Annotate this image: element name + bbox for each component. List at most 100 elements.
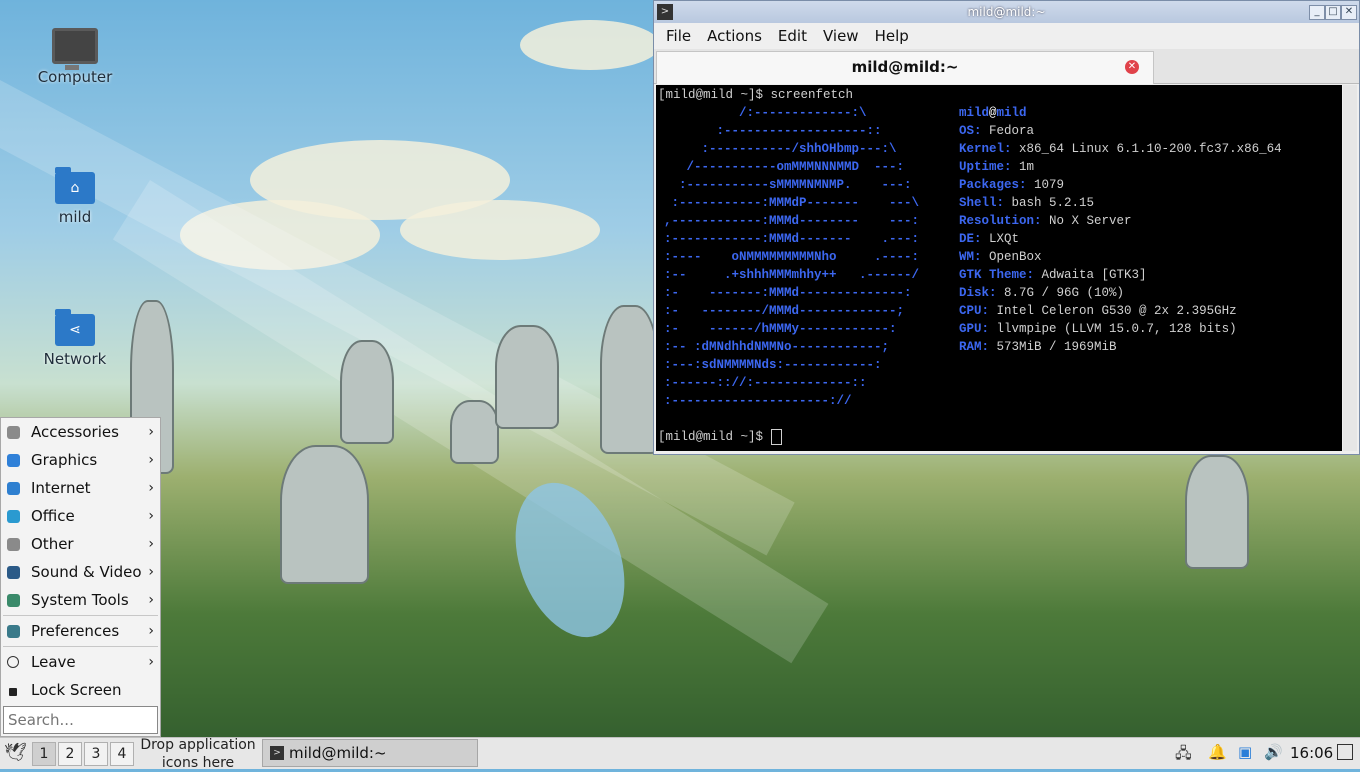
desktop-icon-home[interactable]: ⌂ mild xyxy=(25,167,125,226)
office-icon xyxy=(7,510,20,523)
close-button[interactable]: ✕ xyxy=(1341,5,1357,20)
logo-line: :-- :dMNdhhdNMMNo------------; xyxy=(664,340,890,354)
host-name: mild xyxy=(996,106,1027,120)
chevron-right-icon: › xyxy=(148,508,154,524)
sound-video-icon xyxy=(7,566,20,579)
search-input[interactable] xyxy=(3,706,158,734)
chevron-right-icon: › xyxy=(148,536,154,552)
clipboard-tray-icon[interactable]: ▣ xyxy=(1238,743,1252,761)
info-value: No X Server xyxy=(1049,214,1132,228)
user-host-line: mild@mild xyxy=(959,104,1027,122)
logo-line: :- ------/hMMMy------------: xyxy=(664,322,897,336)
info-row: RAM: 573MiB / 1969MiB xyxy=(959,338,1282,356)
application-menu: Accessories › Graphics › Internet › Office › Oth… xyxy=(0,417,161,737)
info-key: Kernel: xyxy=(959,142,1012,156)
info-value: bash 5.2.15 xyxy=(1011,196,1095,210)
menu-item-leave[interactable]: Leave › xyxy=(1,648,160,676)
workspace-3-button[interactable]: 3 xyxy=(84,742,108,766)
menu-view[interactable]: View xyxy=(815,27,867,45)
info-value: LXQt xyxy=(989,232,1020,246)
tab-terminal[interactable]: mild@mild:~ ✕ xyxy=(656,51,1154,84)
desktop-icon-network[interactable]: ⋖ Network xyxy=(25,309,125,368)
minimize-button[interactable]: _ xyxy=(1309,5,1325,20)
info-key: WM: xyxy=(959,250,982,264)
accessories-icon xyxy=(7,426,20,439)
info-row: Kernel: x86_64 Linux 6.1.10-200.fc37.x86… xyxy=(959,140,1282,158)
menu-item-preferences[interactable]: Preferences › xyxy=(1,617,160,645)
info-key: OS: xyxy=(959,124,982,138)
chevron-right-icon: › xyxy=(148,452,154,468)
workspace-4-button[interactable]: 4 xyxy=(110,742,134,766)
workspace-2-button[interactable]: 2 xyxy=(58,742,82,766)
network-tray-icon[interactable]: 🖧 xyxy=(1175,743,1192,768)
clock[interactable]: 16:06 xyxy=(1290,744,1333,762)
logo-line: :- -------:MMMd--------------: xyxy=(664,286,912,300)
terminal-window[interactable]: > mild@mild:~ _ □ ✕ File Actions Edit Vi… xyxy=(653,0,1360,455)
power-icon xyxy=(7,656,19,668)
terminal-output[interactable]: [mild@mild ~]$ screenfetch /:-----------… xyxy=(656,85,1342,451)
logo-line: :-----------sMMMMNMNMP. ---: xyxy=(664,178,912,192)
info-row: CPU: Intel Celeron G530 @ 2x 2.395GHz xyxy=(959,302,1282,320)
terminal-scrollbar[interactable] xyxy=(1343,85,1357,451)
notification-bell-icon[interactable]: 🔔 xyxy=(1208,743,1227,761)
menu-actions[interactable]: Actions xyxy=(699,27,770,45)
start-menu-button[interactable]: 🕊 xyxy=(4,742,27,764)
info-key: DE: xyxy=(959,232,982,246)
network-folder-icon: ⋖ xyxy=(55,309,95,346)
menu-item-other[interactable]: Other › xyxy=(1,530,160,558)
menu-item-label: Internet xyxy=(31,479,91,497)
info-row: GTK Theme: Adwaita [GTK3] xyxy=(959,266,1282,284)
logo-line: :-- .+shhhMMMmhhy++ .------/ xyxy=(664,268,920,282)
menu-separator xyxy=(3,646,158,647)
menu-item-system-tools[interactable]: System Tools › xyxy=(1,586,160,614)
menu-item-label: Graphics xyxy=(31,451,98,469)
menu-item-internet[interactable]: Internet › xyxy=(1,474,160,502)
fedora-ascii-logo: /:-------------:\ :-------------------::… xyxy=(664,104,919,410)
menu-file[interactable]: File xyxy=(658,27,699,45)
menu-item-label: System Tools xyxy=(31,591,129,609)
menu-item-lock-screen[interactable]: Lock Screen xyxy=(1,676,160,704)
terminal-icon: > xyxy=(270,746,284,760)
info-value: Fedora xyxy=(989,124,1035,138)
menu-item-office[interactable]: Office › xyxy=(1,502,160,530)
drop-text: icons here xyxy=(161,755,235,771)
info-key: Disk: xyxy=(959,286,997,300)
logo-line: :-------------------:: xyxy=(664,124,882,138)
info-key: CPU: xyxy=(959,304,990,318)
info-key: RAM: xyxy=(959,340,990,354)
show-desktop-button[interactable] xyxy=(1337,744,1353,760)
menu-item-sound-video[interactable]: Sound & Video › xyxy=(1,558,160,586)
tab-title: mild@mild:~ xyxy=(851,58,959,76)
info-value: Adwaita [GTK3] xyxy=(1041,268,1147,282)
window-titlebar[interactable]: > mild@mild:~ _ □ ✕ xyxy=(654,1,1359,23)
info-row: WM: OpenBox xyxy=(959,248,1282,266)
chevron-right-icon: › xyxy=(148,424,154,440)
menu-edit[interactable]: Edit xyxy=(770,27,815,45)
chevron-right-icon: › xyxy=(148,564,154,580)
logo-line: :------------:MMMd------- .---: xyxy=(664,232,920,246)
menu-item-graphics[interactable]: Graphics › xyxy=(1,446,160,474)
tab-close-icon[interactable]: ✕ xyxy=(1125,60,1139,74)
menu-bar: File Actions Edit View Help xyxy=(654,23,1359,49)
workspace-1-button[interactable]: 1 xyxy=(32,742,56,766)
maximize-button[interactable]: □ xyxy=(1325,5,1341,20)
window-title: mild@mild:~ xyxy=(967,5,1046,19)
tab-bar: mild@mild:~ ✕ xyxy=(654,49,1359,84)
volume-icon[interactable]: 🔊 xyxy=(1264,743,1283,761)
info-value: 1079 xyxy=(1034,178,1065,192)
info-key: Shell: xyxy=(959,196,1005,210)
terminal-icon[interactable]: > xyxy=(657,4,673,20)
info-key: GTK Theme: xyxy=(959,268,1035,282)
menu-item-accessories[interactable]: Accessories › xyxy=(1,418,160,446)
taskbar-window-terminal[interactable]: > mild@mild:~ xyxy=(262,739,478,767)
logo-line: /-----------omMMMNNNMMD ---: xyxy=(664,160,905,174)
internet-icon xyxy=(7,482,20,495)
command-line: [mild@mild ~]$ screenfetch xyxy=(658,88,854,102)
quicklaunch-drop-area[interactable]: Drop application icons here xyxy=(136,736,260,772)
desktop-icon-computer[interactable]: Computer xyxy=(25,28,125,86)
chevron-right-icon: › xyxy=(148,592,154,608)
menu-help[interactable]: Help xyxy=(867,27,917,45)
info-key: Uptime: xyxy=(959,160,1012,174)
menu-item-label: Accessories xyxy=(31,423,119,441)
info-row: DE: LXQt xyxy=(959,230,1282,248)
